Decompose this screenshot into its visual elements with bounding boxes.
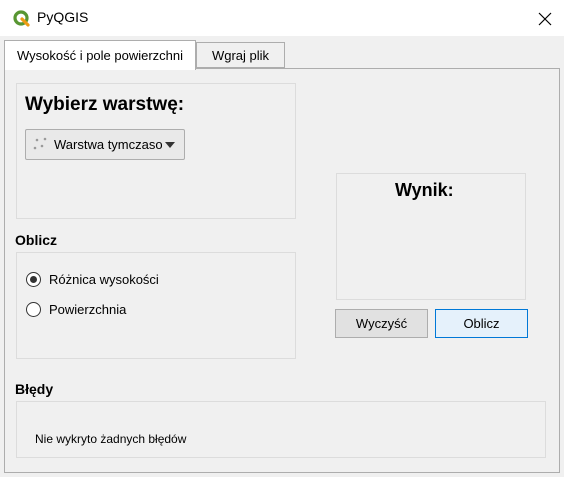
errors-box: [16, 401, 546, 458]
layer-combobox-value: Warstwa tymczasowa: [54, 137, 162, 152]
area-radio[interactable]: [26, 302, 41, 317]
result-heading: Wynik:: [395, 180, 454, 200]
errors-message: Nie wykryto żadnych błędów: [35, 432, 187, 446]
title-bar: PyQGIS: [0, 0, 564, 36]
clear-button[interactable]: Wyczyść: [335, 309, 428, 338]
tab-label: Wysokość i pole powierzchni: [16, 48, 184, 63]
chevron-down-icon: [165, 142, 175, 148]
point-layer-icon: [33, 137, 47, 150]
radio-selected-dot: [30, 276, 37, 283]
tab-upload-file[interactable]: Wgraj plik: [196, 42, 285, 68]
calculate-button[interactable]: Oblicz: [435, 309, 528, 338]
height-difference-radio[interactable]: [26, 272, 41, 287]
close-button[interactable]: [531, 6, 559, 32]
area-label[interactable]: Powierzchnia: [49, 302, 126, 317]
calculate-heading: Oblicz: [15, 232, 58, 248]
calculate-button-label: Oblicz: [463, 316, 500, 331]
window-title: PyQGIS: [37, 9, 89, 25]
qgis-icon: [13, 10, 30, 27]
clear-button-label: Wyczyść: [355, 316, 408, 331]
tab-height-area[interactable]: Wysokość i pole powierzchni: [4, 40, 196, 70]
height-difference-label[interactable]: Różnica wysokości: [49, 272, 159, 287]
layer-combobox[interactable]: Warstwa tymczasowa: [25, 129, 185, 160]
tab-label: Wgraj plik: [211, 47, 270, 63]
layer-heading: Wybierz warstwę:: [25, 94, 185, 115]
errors-heading: Błędy: [15, 381, 54, 397]
close-icon: [538, 12, 552, 26]
